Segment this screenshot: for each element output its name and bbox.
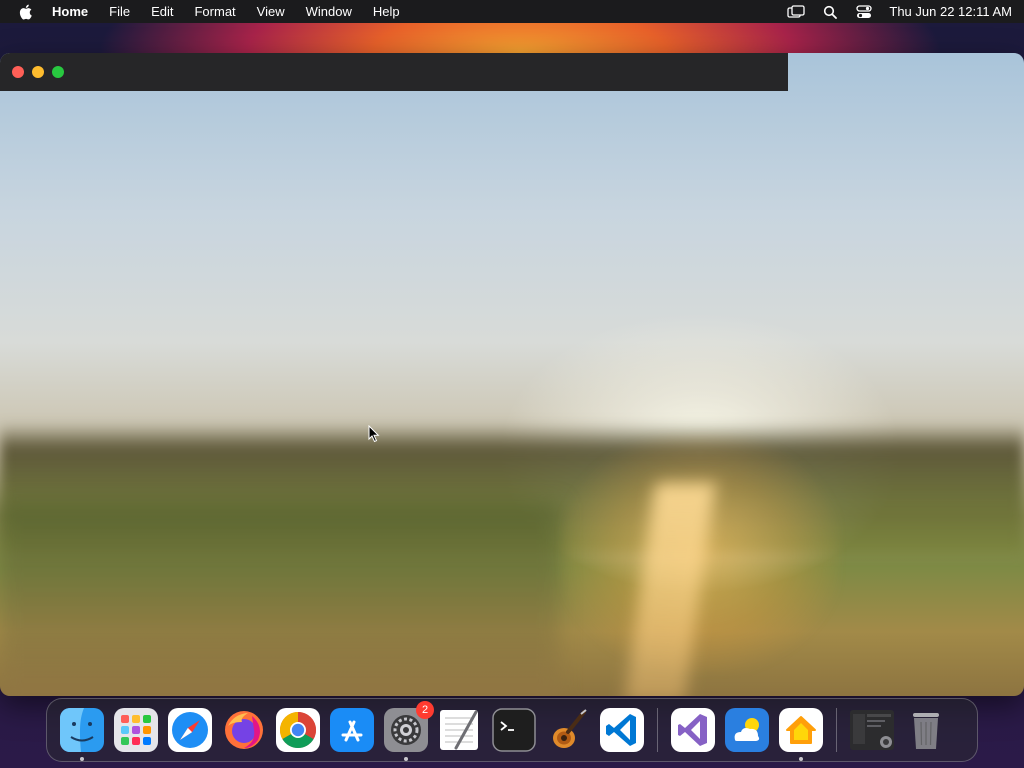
dock-visual-studio[interactable] — [671, 708, 715, 752]
finder-running-indicator — [80, 757, 84, 761]
menu-bar: Home File Edit Format View Window Help T… — [0, 0, 1024, 23]
zoom-button[interactable] — [52, 66, 64, 78]
safari-icon — [168, 708, 212, 752]
spotlight-search-icon[interactable] — [821, 4, 839, 20]
dock: 2 — [46, 698, 978, 762]
wallpaper-field — [0, 503, 560, 696]
menu-edit[interactable]: Edit — [151, 4, 173, 19]
app-store-icon — [330, 708, 374, 752]
dock-launchpad[interactable] — [114, 708, 158, 752]
status-area: Thu Jun 22 12:11 AM — [771, 4, 1012, 20]
dock-garageband[interactable] — [546, 708, 590, 752]
close-button[interactable] — [12, 66, 24, 78]
firefox-icon — [225, 711, 263, 749]
dock-finder[interactable] — [60, 708, 104, 761]
menu-format[interactable]: Format — [194, 4, 235, 19]
launchpad-icon — [114, 708, 158, 752]
dock-trash[interactable] — [904, 708, 948, 752]
home-app-icon — [779, 708, 823, 752]
dock-terminal[interactable] — [492, 708, 536, 752]
menu-bar-clock[interactable]: Thu Jun 22 12:11 AM — [889, 4, 1012, 19]
menu-view[interactable]: View — [257, 4, 285, 19]
dock-recent-window[interactable] — [850, 708, 894, 752]
apple-menu-icon[interactable] — [18, 4, 34, 20]
dock-vscode[interactable] — [600, 708, 644, 752]
dock-textedit[interactable] — [438, 708, 482, 752]
menu-app-name[interactable]: Home — [52, 4, 88, 19]
dock-safari[interactable] — [168, 708, 212, 752]
recent-window-icon — [850, 710, 894, 750]
notification-badge: 2 — [416, 701, 434, 719]
dock-app-store[interactable] — [330, 708, 374, 752]
control-center-icon[interactable] — [855, 4, 873, 20]
textedit-icon — [440, 710, 478, 750]
chrome-icon — [276, 708, 320, 752]
dock-firefox[interactable] — [222, 708, 266, 752]
window-titlebar[interactable] — [0, 53, 788, 91]
menu-help[interactable]: Help — [373, 4, 400, 19]
screen-mirroring-icon[interactable] — [787, 4, 806, 20]
terminal-icon — [492, 708, 536, 752]
home-app-window — [0, 53, 1024, 696]
dock-home[interactable] — [779, 708, 823, 761]
home-running-indicator — [799, 757, 803, 761]
weather-icon — [725, 708, 769, 752]
mouse-cursor-icon — [368, 424, 380, 448]
finder-icon — [60, 708, 104, 752]
menu-file[interactable]: File — [109, 4, 130, 19]
dock-separator-2 — [836, 708, 837, 752]
menu-window[interactable]: Window — [306, 4, 352, 19]
visual-studio-icon — [671, 708, 715, 752]
garageband-icon — [553, 709, 587, 748]
vscode-icon — [600, 708, 644, 752]
trash-icon — [913, 713, 939, 749]
system-settings-running-indicator — [404, 757, 408, 761]
dock-weather[interactable] — [725, 708, 769, 752]
minimize-button[interactable] — [32, 66, 44, 78]
dock-chrome[interactable] — [276, 708, 320, 752]
dock-system-settings[interactable]: 2 — [384, 701, 434, 761]
dock-separator — [657, 708, 658, 752]
